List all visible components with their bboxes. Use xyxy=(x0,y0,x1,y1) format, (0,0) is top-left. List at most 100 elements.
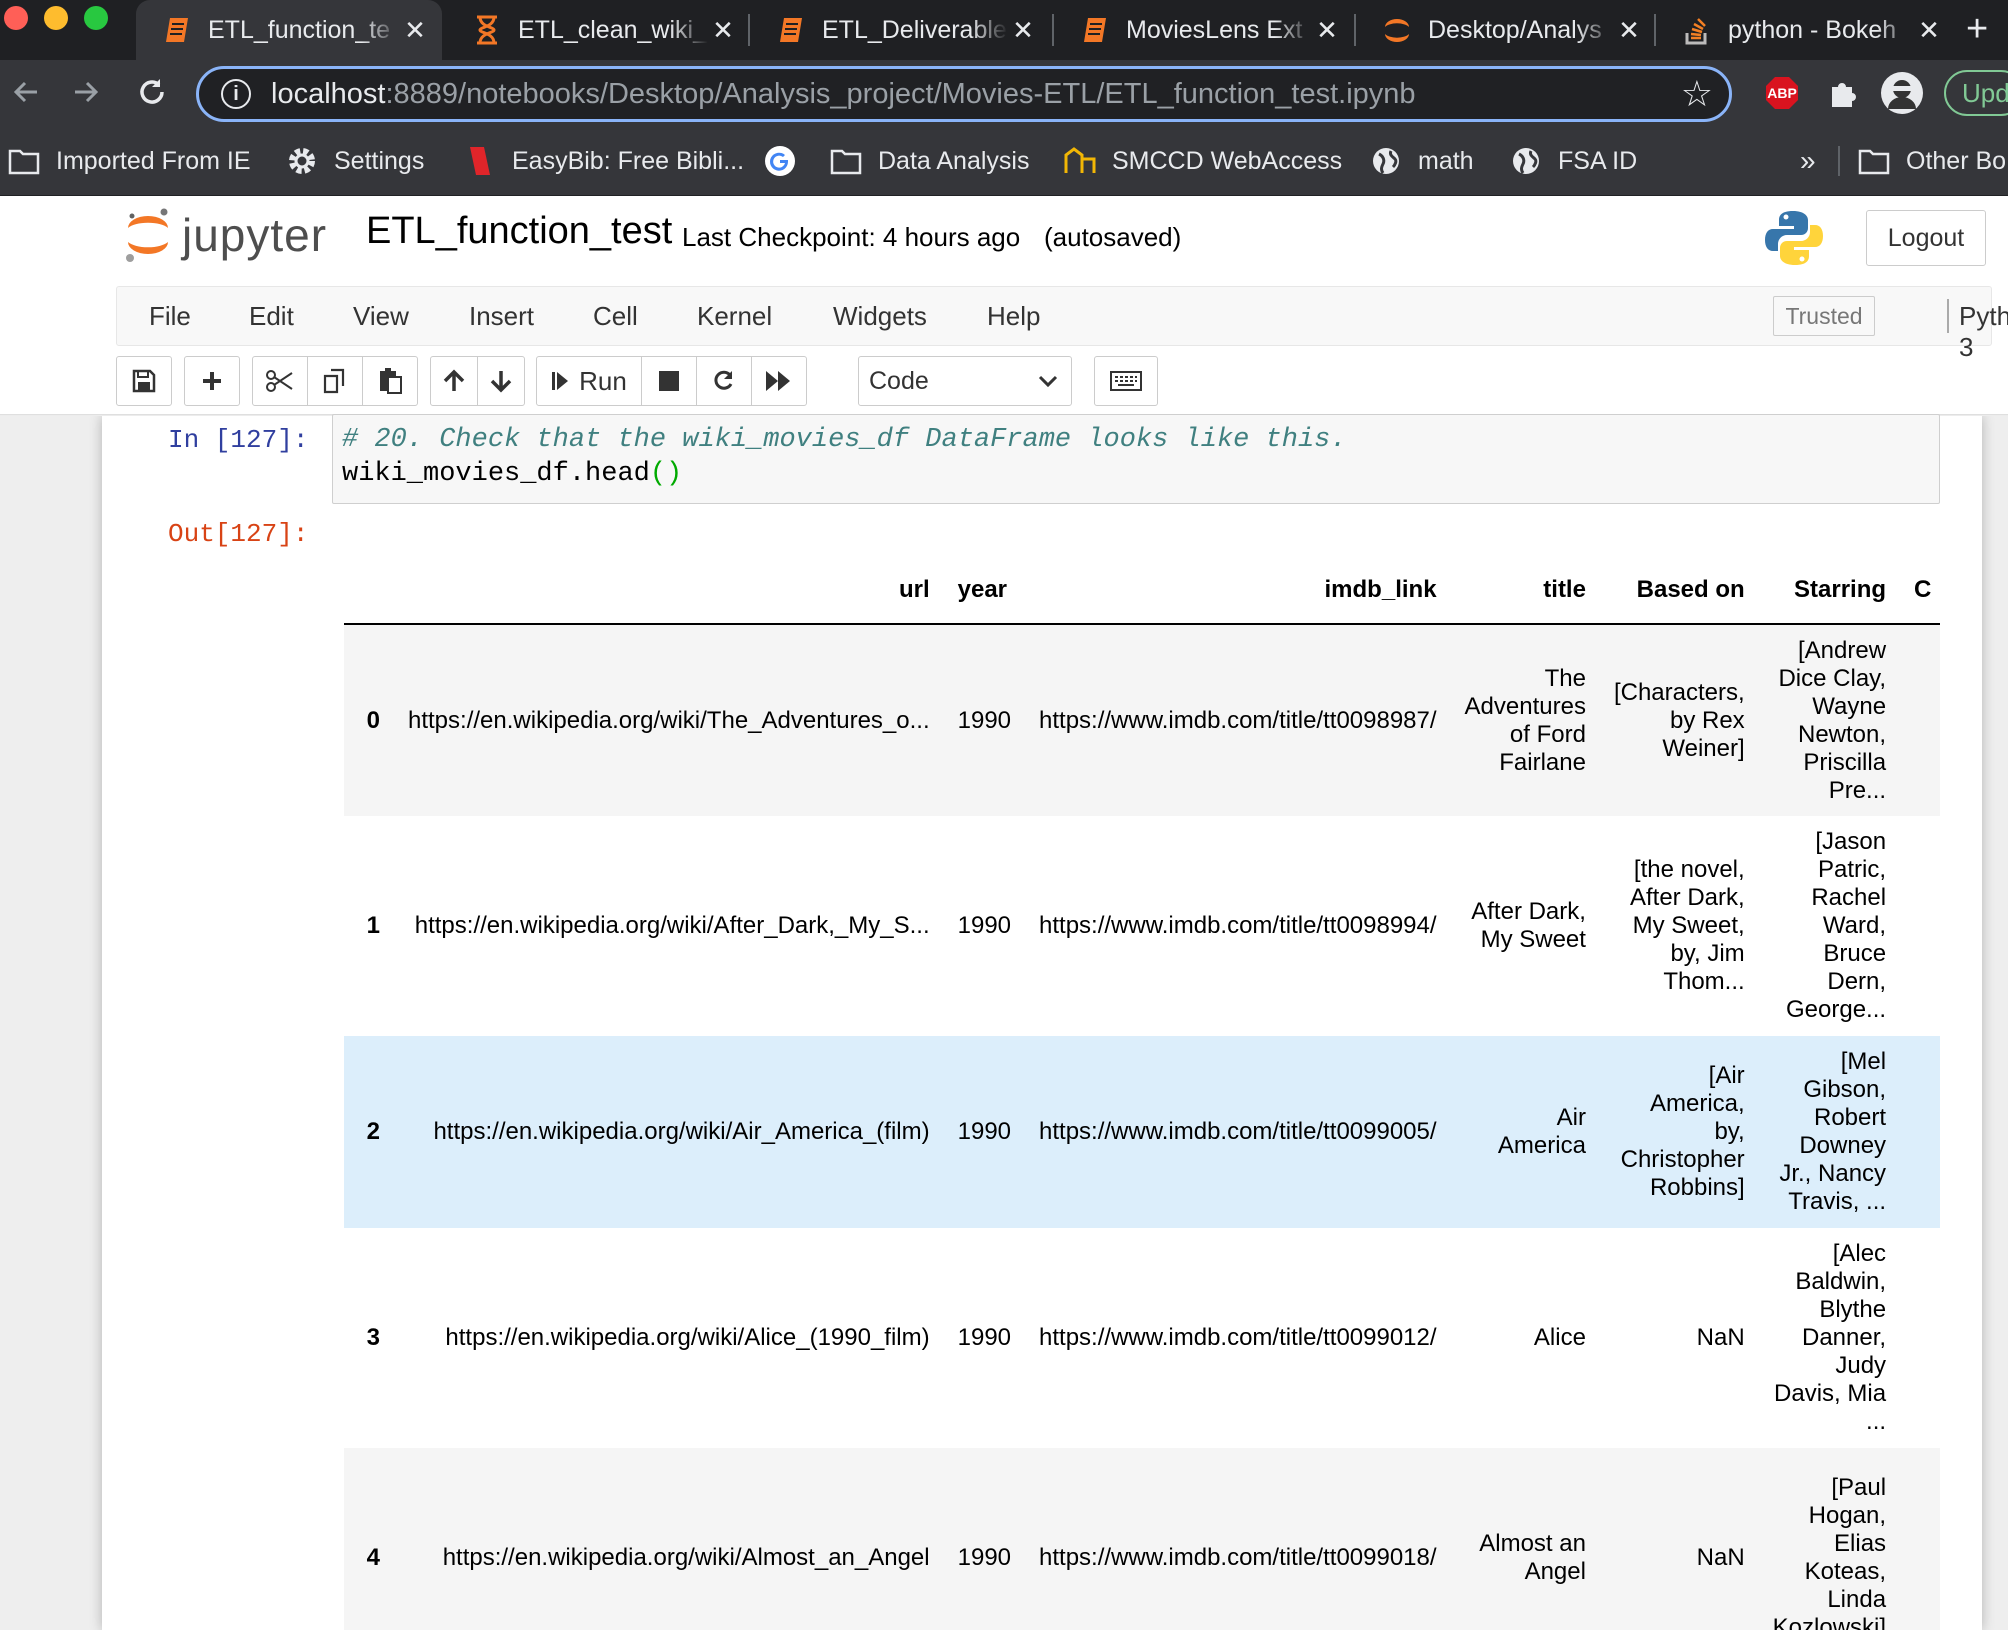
trusted-indicator[interactable]: Trusted xyxy=(1773,296,1875,336)
column-header: year xyxy=(943,556,1026,625)
cut-cells-button[interactable] xyxy=(252,356,308,406)
column-header: Starring xyxy=(1758,556,1901,625)
interrupt-kernel-button[interactable] xyxy=(641,356,697,406)
browser-tab[interactable]: ETL_clean_wiki_ ✕ xyxy=(446,0,750,60)
table-row: 4 https://en.wikipedia.org/wiki/Almost_an… xyxy=(344,1448,1941,1630)
folder-icon xyxy=(830,145,862,177)
cell-starring: [Andrew Dice Clay, Wayne Newton, Priscilla Pr… xyxy=(1778,636,1887,804)
save-button[interactable] xyxy=(116,356,172,406)
menu-insert[interactable]: Insert xyxy=(469,301,534,332)
close-tab-icon[interactable]: ✕ xyxy=(1614,15,1644,46)
adblock-plus-icon[interactable]: ABP xyxy=(1762,74,1802,112)
menu-cell[interactable]: Cell xyxy=(593,301,638,332)
cell-starring: [Jason Patric, Rachel Ward, Bruce Dern, George… xyxy=(1785,828,1887,1023)
bookmark-item[interactable]: SMCCD WebAccess xyxy=(1064,126,1342,196)
move-cell-up-button[interactable] xyxy=(430,356,478,406)
bookmark-item[interactable]: Settings xyxy=(286,126,424,196)
cell-title: Air America xyxy=(1497,1104,1586,1159)
site-info-icon[interactable]: i xyxy=(221,79,251,109)
menu-edit[interactable]: Edit xyxy=(249,301,294,332)
cell-truncated xyxy=(1900,1448,1940,1630)
close-tab-icon[interactable]: ✕ xyxy=(1914,15,1944,46)
bookmark-item[interactable]: math xyxy=(1370,126,1474,196)
column-header: C xyxy=(1900,556,1941,625)
forward-button[interactable] xyxy=(62,68,110,116)
kernel-divider xyxy=(1947,299,1949,333)
dataframe-table: url year imdb_link title Based on Starri… xyxy=(344,556,1941,1630)
bookmark-item[interactable] xyxy=(764,126,812,196)
other-bookmarks[interactable]: Other Bo xyxy=(1858,126,2006,196)
globe-icon xyxy=(1370,145,1402,177)
move-cell-down-button[interactable] xyxy=(477,356,525,406)
notebook-title[interactable]: ETL_function_test xyxy=(366,210,672,253)
run-cell-button[interactable]: Run xyxy=(536,356,642,406)
dataframe-header-row: url year imdb_link title Based on Starri… xyxy=(344,556,1941,625)
cell-type-select[interactable]: Code xyxy=(858,356,1072,406)
browser-tab[interactable]: ETL_Deliverable ✕ xyxy=(750,0,1050,60)
extensions-puzzle-icon[interactable] xyxy=(1822,74,1862,112)
browser-tab-label: ETL_function_te xyxy=(208,15,391,44)
url-host: localhost xyxy=(271,77,386,110)
zoom-window-button[interactable] xyxy=(84,6,108,30)
column-header: url xyxy=(394,556,944,625)
tab-separator xyxy=(748,14,750,46)
floppy-disk-icon xyxy=(132,369,156,393)
notebook-icon xyxy=(162,15,192,45)
command-palette-button[interactable] xyxy=(1094,356,1158,406)
browser-tab[interactable]: Desktop/Analys ✕ xyxy=(1356,0,1656,60)
kernel-name[interactable]: Python 3 xyxy=(1959,301,2008,363)
cell-title: The Adventures of Ford Fairlane xyxy=(1464,664,1586,776)
notebook-toolbar: Run Code xyxy=(116,356,1992,408)
browser-tab[interactable]: MoviesLens Ext ✕ xyxy=(1054,0,1354,60)
cell-url: https://en.wikipedia.org/wiki/Almost_an_… xyxy=(442,1544,930,1571)
close-tab-icon[interactable]: ✕ xyxy=(400,15,430,46)
code-call-text: wiki_movies_df.head xyxy=(342,459,650,489)
bookmark-item[interactable]: FSA ID xyxy=(1510,126,1637,196)
browser-tab-label: python - Bokeh xyxy=(1728,15,1897,44)
close-tab-icon[interactable]: ✕ xyxy=(1008,15,1038,46)
url-text[interactable]: localhost:8889/notebooks/Desktop/Analysi… xyxy=(271,78,1416,111)
browser-tab[interactable]: ETL_function_te ✕ xyxy=(136,0,442,60)
address-bar[interactable]: i localhost:8889/notebooks/Desktop/Analy… xyxy=(196,66,1732,122)
browser-tab-bar: ETL_function_te ✕ ETL_clean_wiki_ ✕ ETL_Deli… xyxy=(0,0,2008,60)
browser-tab[interactable]: python - Bokeh ✕ xyxy=(1656,0,1956,60)
jupyter-logo[interactable]: jupyter xyxy=(124,206,327,264)
bookmarks-overflow-button[interactable]: » xyxy=(1800,126,1816,196)
new-tab-button[interactable]: + xyxy=(1966,8,1988,51)
copy-cells-button[interactable] xyxy=(307,356,363,406)
profile-avatar[interactable] xyxy=(1880,72,1924,114)
insert-cell-below-button[interactable] xyxy=(184,356,240,406)
cell-imdb-link: https://www.imdb.com/title/tt0099012/ xyxy=(1039,1324,1437,1351)
bookmark-item[interactable]: Imported From IE xyxy=(8,126,251,196)
logout-button[interactable]: Logout xyxy=(1866,210,1986,266)
row-index: 1 xyxy=(366,912,380,939)
bookmark-star-icon[interactable]: ☆ xyxy=(1681,73,1713,115)
bookmark-item[interactable]: Data Analysis xyxy=(830,126,1029,196)
menu-kernel[interactable]: Kernel xyxy=(697,301,772,332)
table-row: 0 https://en.wikipedia.org/wiki/The_Adven… xyxy=(344,624,1941,816)
notebook-menubar: File Edit View Insert Cell Kernel Widget… xyxy=(116,286,2008,362)
cell-based-on: [the novel, After Dark, My Sweet, by, Jim Th… xyxy=(1629,856,1745,995)
cell-imdb-link: https://www.imdb.com/title/tt0098994/ xyxy=(1039,912,1437,939)
update-button[interactable]: Upd xyxy=(1944,70,2008,116)
menu-view[interactable]: View xyxy=(353,301,409,332)
cell-year: 1990 xyxy=(957,1118,1012,1145)
paste-cells-button[interactable] xyxy=(362,356,418,406)
cell-imdb-link: https://www.imdb.com/title/tt0099018/ xyxy=(1039,1544,1437,1571)
back-button[interactable] xyxy=(2,68,50,116)
cell-url: https://en.wikipedia.org/wiki/The_Advent… xyxy=(408,706,930,734)
close-tab-icon[interactable]: ✕ xyxy=(708,15,738,46)
minimize-window-button[interactable] xyxy=(44,6,68,30)
close-tab-icon[interactable]: ✕ xyxy=(1312,15,1342,46)
cell-truncated xyxy=(1900,624,1940,816)
close-window-button[interactable] xyxy=(4,6,28,30)
column-header: Based on xyxy=(1599,556,1759,625)
menu-help[interactable]: Help xyxy=(987,301,1040,332)
bookmark-item[interactable]: EasyBib: Free Bibli... xyxy=(464,126,744,196)
restart-kernel-button[interactable] xyxy=(696,356,752,406)
menu-file[interactable]: File xyxy=(149,301,191,332)
menu-widgets[interactable]: Widgets xyxy=(833,301,927,332)
restart-run-all-button[interactable] xyxy=(751,356,807,406)
cell-url: https://en.wikipedia.org/wiki/After_Dark… xyxy=(414,912,930,939)
reload-button[interactable] xyxy=(128,68,176,116)
